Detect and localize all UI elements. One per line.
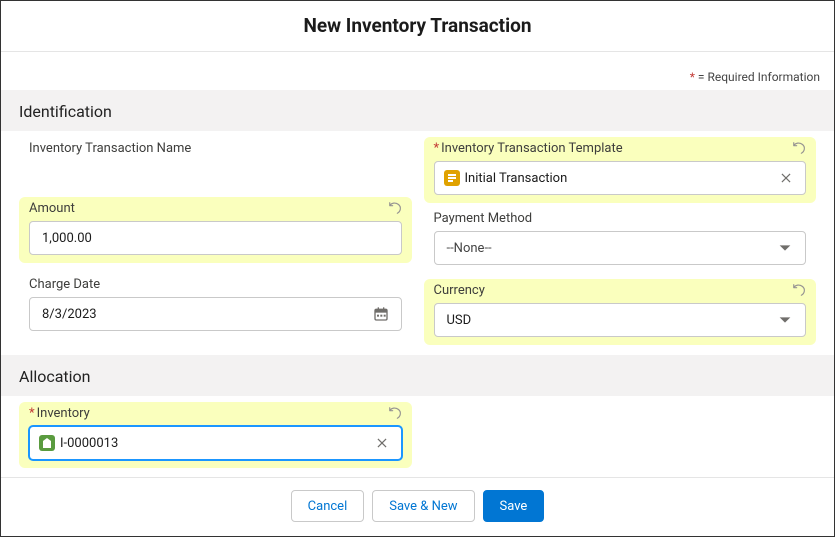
payment-method-select[interactable]: --None-- xyxy=(434,231,807,265)
inventory-value: I-0000013 xyxy=(60,436,118,451)
template-label: *Inventory Transaction Template xyxy=(434,141,623,156)
section-identification: Identification xyxy=(1,90,834,131)
section-allocation: Allocation xyxy=(1,355,834,396)
clear-inventory-icon[interactable] xyxy=(375,436,389,450)
required-text: = Required Information xyxy=(695,70,820,84)
amount-input[interactable] xyxy=(42,231,389,246)
amount-label: Amount xyxy=(29,201,75,216)
inventory-label: *Inventory xyxy=(29,406,90,421)
dialog-footer: Cancel Save & New Save xyxy=(1,477,834,536)
undo-icon[interactable] xyxy=(792,141,806,155)
allocation-grid: *Inventory I-0000013 xyxy=(1,396,834,470)
inventory-lookup[interactable]: I-0000013 xyxy=(29,426,402,460)
save-and-new-button[interactable]: Save & New xyxy=(372,490,474,522)
field-charge-date: Charge Date 8/3/2023 xyxy=(19,273,412,339)
currency-value: USD xyxy=(447,313,472,328)
identification-grid: Inventory Transaction Name Amount Charge… xyxy=(1,131,834,347)
undo-icon[interactable] xyxy=(388,406,402,420)
undo-icon[interactable] xyxy=(792,283,806,297)
dialog-title: New Inventory Transaction xyxy=(1,14,834,37)
payment-method-value: --None-- xyxy=(447,241,492,256)
clear-template-icon[interactable] xyxy=(779,171,793,185)
field-currency: Currency USD xyxy=(424,279,817,345)
field-inventory: *Inventory I-0000013 xyxy=(19,402,412,468)
charge-date-value: 8/3/2023 xyxy=(42,307,97,322)
currency-label: Currency xyxy=(434,283,485,298)
charge-date-label: Charge Date xyxy=(29,277,100,292)
required-info-note: * = Required Information xyxy=(1,52,834,90)
template-lookup[interactable]: Initial Transaction xyxy=(434,161,807,195)
charge-date-input[interactable]: 8/3/2023 xyxy=(29,297,402,331)
template-record-icon xyxy=(444,170,460,186)
amount-input-wrapper xyxy=(29,221,402,255)
field-amount: Amount xyxy=(19,197,412,263)
save-button[interactable]: Save xyxy=(483,490,545,522)
calendar-icon[interactable] xyxy=(373,306,389,322)
inventory-record-icon xyxy=(39,435,55,451)
undo-icon[interactable] xyxy=(388,201,402,215)
field-template: *Inventory Transaction Template Initial … xyxy=(424,137,817,203)
transaction-name-label: Inventory Transaction Name xyxy=(29,141,191,156)
currency-select[interactable]: USD xyxy=(434,303,807,337)
caret-down-icon xyxy=(777,242,793,254)
field-payment-method: Payment Method --None-- xyxy=(424,207,817,273)
field-transaction-name: Inventory Transaction Name xyxy=(19,137,412,187)
dialog-header: New Inventory Transaction xyxy=(1,1,834,52)
caret-down-icon xyxy=(777,314,793,326)
cancel-button[interactable]: Cancel xyxy=(291,490,365,522)
payment-method-label: Payment Method xyxy=(434,211,533,226)
template-value: Initial Transaction xyxy=(465,171,568,186)
